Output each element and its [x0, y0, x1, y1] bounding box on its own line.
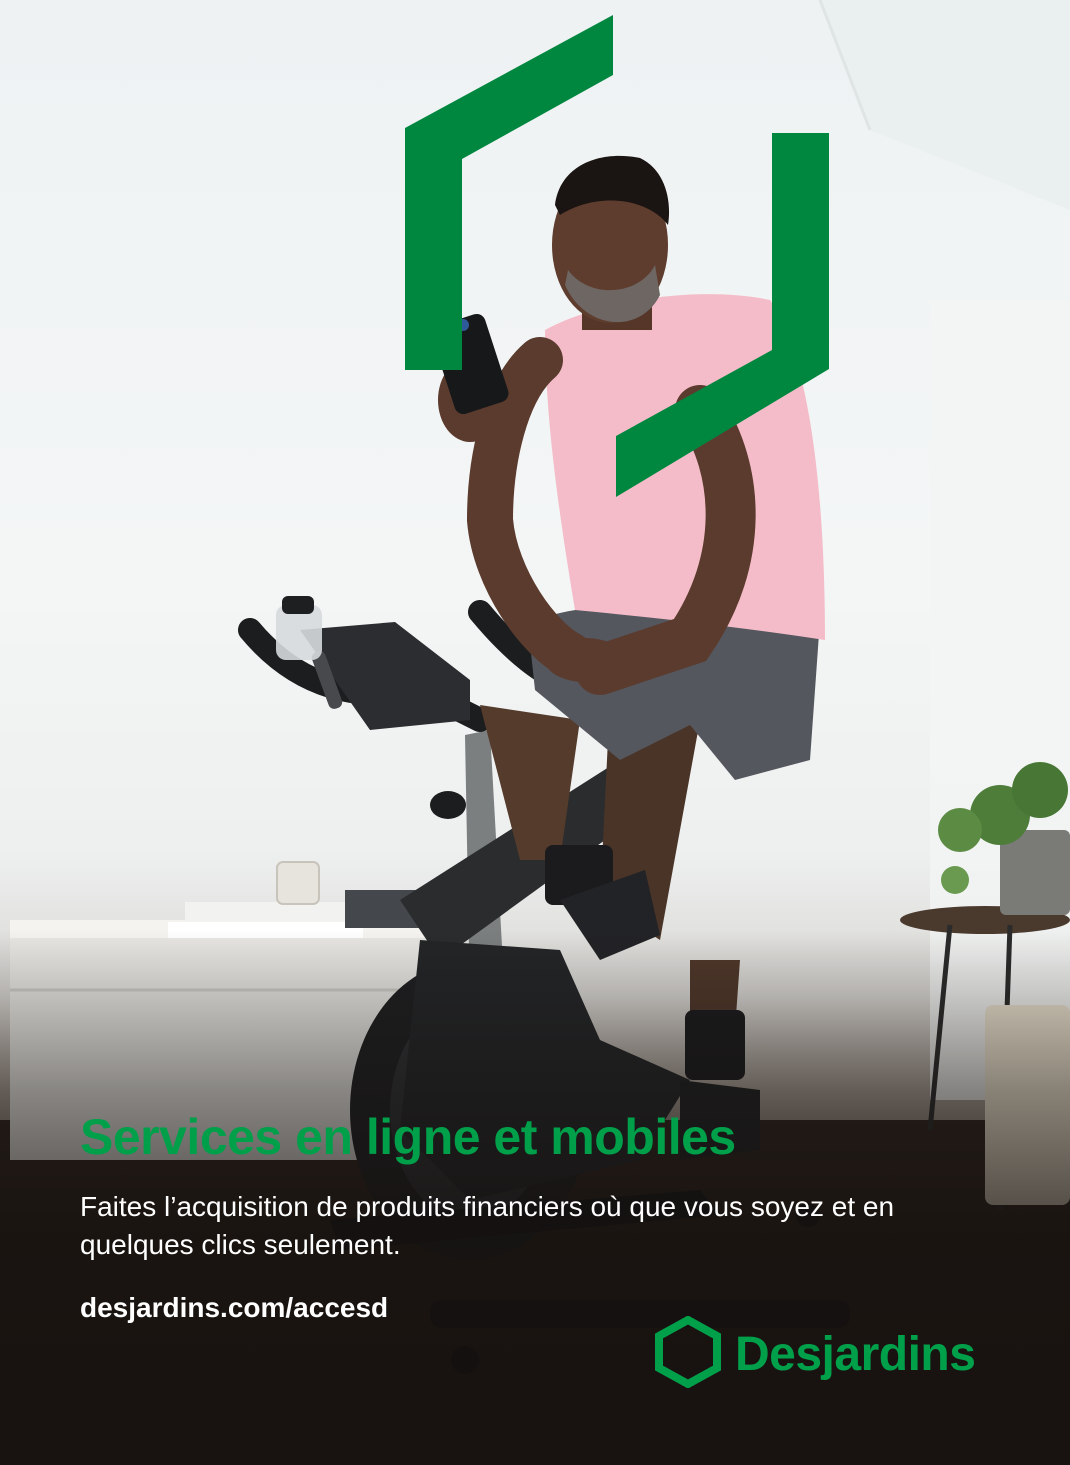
- desjardins-hexagon-icon: [655, 1314, 721, 1393]
- website-link[interactable]: desjardins.com/accesd: [80, 1292, 388, 1324]
- ad-poster: Services en ligne et mobiles Faites l’ac…: [0, 0, 1070, 1465]
- brand-name: Desjardins: [735, 1327, 976, 1381]
- desjardins-logo: Desjardins: [655, 1314, 976, 1393]
- headline: Services en ligne et mobiles: [80, 1109, 736, 1165]
- body-copy: Faites l’acquisition de produits financi…: [80, 1191, 895, 1260]
